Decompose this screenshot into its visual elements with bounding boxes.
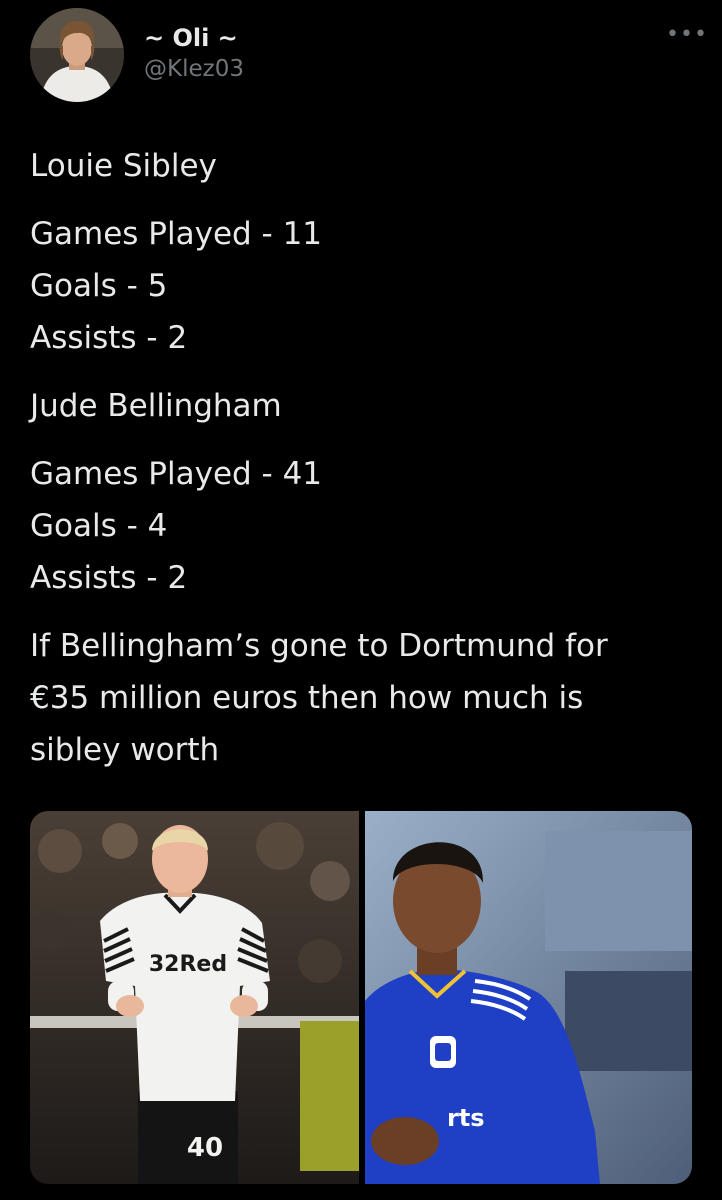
player1-name: Louie Sibley xyxy=(30,148,217,184)
left-shirt-number: 40 xyxy=(187,1133,223,1163)
player2-games: Games Played - 41 xyxy=(30,456,323,492)
closing-line-1: If Bellingham’s gone to Dortmund for xyxy=(30,628,608,664)
player1-games: Games Played - 11 xyxy=(30,216,323,252)
tweet-text: Louie Sibley Games Played - 11 Goals - 5… xyxy=(30,140,700,776)
author-display-name[interactable]: ~ Oli ~ xyxy=(144,24,244,52)
tweet-media: 32Red 40 rts xyxy=(30,811,692,1184)
closing-line-3: sibley worth xyxy=(30,732,220,768)
player2-name: Jude Bellingham xyxy=(30,388,282,424)
player-photo-derby-icon: 32Red 40 xyxy=(30,811,359,1184)
media-photo-sibley[interactable]: 32Red 40 xyxy=(30,811,359,1184)
player1-assists: Assists - 2 xyxy=(30,320,188,356)
player-photo-birmingham-icon: rts xyxy=(365,811,692,1184)
right-shirt-sponsor: rts xyxy=(447,1104,485,1132)
tweet-header: ~ Oli ~ @Klez03 ••• xyxy=(30,8,707,108)
left-shirt-sponsor: 32Red xyxy=(149,952,227,977)
author-names: ~ Oli ~ @Klez03 xyxy=(144,24,244,84)
more-options-icon[interactable]: ••• xyxy=(666,24,707,46)
closing-line-2: €35 million euros then how much is xyxy=(30,680,584,716)
player2-assists: Assists - 2 xyxy=(30,560,188,596)
media-photo-bellingham[interactable]: rts xyxy=(365,811,692,1184)
player1-goals: Goals - 5 xyxy=(30,268,168,304)
author-handle[interactable]: @Klez03 xyxy=(144,54,244,84)
player2-goals: Goals - 4 xyxy=(30,508,168,544)
avatar[interactable] xyxy=(30,8,124,102)
profile-photo-icon xyxy=(30,8,124,102)
